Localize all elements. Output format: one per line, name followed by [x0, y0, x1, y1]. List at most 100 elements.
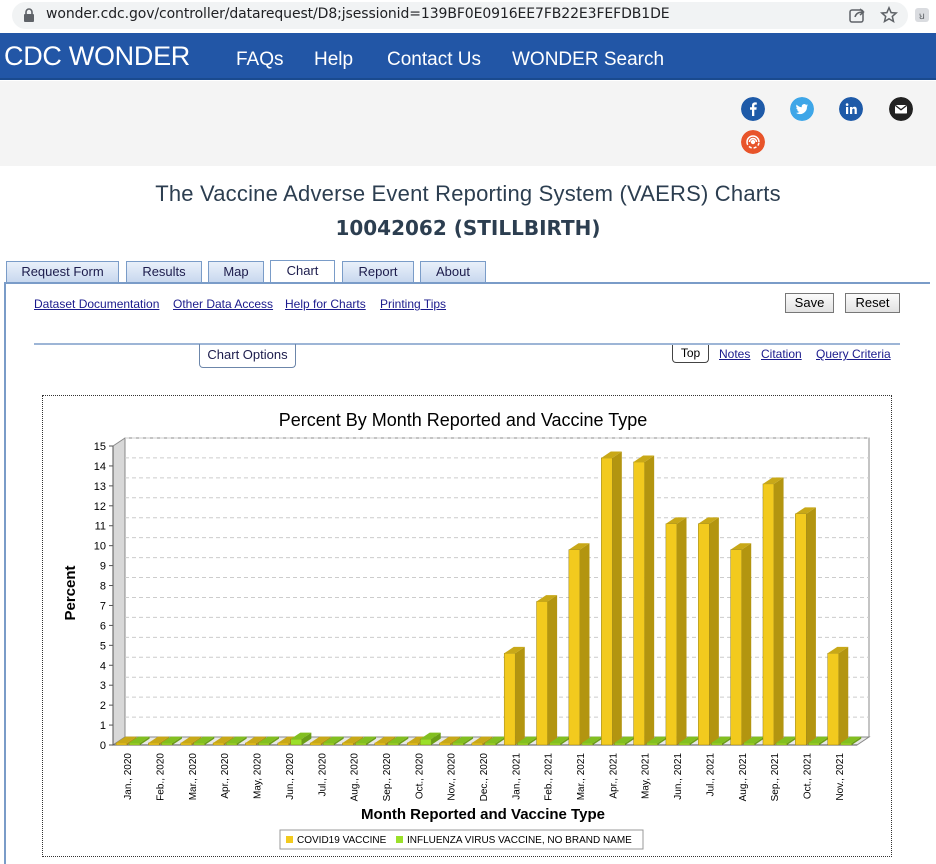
bar-front [258, 742, 270, 746]
bar-front [730, 549, 742, 746]
bar-front [225, 742, 238, 746]
top-link[interactable]: Top [672, 345, 709, 363]
save-button[interactable]: Save [785, 293, 834, 313]
printing-tips-link[interactable]: Printing Tips [380, 297, 446, 311]
y-tick-label: 7 [100, 600, 106, 612]
section-divider [34, 343, 900, 345]
bar-side [676, 517, 687, 745]
bar-side [515, 646, 525, 745]
facebook-icon[interactable] [741, 97, 765, 121]
bar-front [180, 742, 192, 746]
chart-x-axis-label: Month Reported and Vaccine Type [361, 806, 605, 823]
tab-map[interactable]: Map [208, 261, 264, 283]
bar-front [678, 742, 691, 746]
bar-front [827, 653, 839, 746]
bar-front [439, 742, 451, 746]
bar-front [128, 742, 141, 746]
bar-front [277, 742, 289, 746]
tab-about[interactable]: About [420, 261, 486, 283]
linkedin-icon[interactable] [839, 97, 863, 121]
bar-front [212, 742, 225, 746]
legend-swatch [286, 836, 293, 843]
bar-front [322, 742, 335, 746]
x-tick-label: Mar., 2021 [576, 753, 587, 801]
chart-options-tab[interactable]: Chart Options [199, 344, 296, 368]
bar-front [148, 742, 160, 746]
tab-results[interactable]: Results [126, 261, 202, 283]
extension-icon[interactable]: ꞟ [912, 6, 932, 24]
bar-front [614, 742, 626, 746]
bar-front [355, 742, 367, 746]
bar-side [612, 451, 622, 745]
bar-covid [536, 595, 558, 746]
legend-swatch [396, 836, 403, 843]
notes-link[interactable]: Notes [719, 347, 750, 361]
x-tick-label: Sep., 2020 [382, 753, 393, 802]
bar-front [711, 742, 723, 746]
syndication-icon[interactable] [741, 130, 765, 154]
url-text: wonder.cdc.gov/controller/datarequest/D8… [46, 6, 670, 22]
bar-front [743, 742, 755, 746]
nav-faqs[interactable]: FAQs [236, 49, 284, 71]
share-icon[interactable] [848, 6, 866, 24]
bar-chart: Percent By Month Reported and Vaccine Ty… [62, 410, 871, 850]
bar-side [644, 455, 655, 745]
y-tick-label: 10 [94, 541, 106, 553]
y-tick-label: 6 [100, 620, 106, 632]
other-data-access-link[interactable]: Other Data Access [173, 297, 273, 311]
chart-container: Percent By Month Reported and Vaccine Ty… [42, 395, 892, 857]
y-tick-label: 2 [100, 700, 106, 712]
bar-front [808, 742, 820, 746]
bar-covid [698, 517, 719, 746]
bar-front [633, 461, 645, 746]
bar-front [549, 742, 561, 746]
bar-front [536, 601, 548, 746]
x-tick-label: Oct., 2020 [414, 753, 425, 800]
citation-link[interactable]: Citation [761, 347, 802, 361]
bar-covid [568, 543, 590, 746]
email-icon[interactable] [889, 97, 913, 121]
bar-covid [795, 507, 816, 746]
x-tick-label: Jun., 2020 [285, 753, 296, 800]
legend-label: COVID19 VACCINE [297, 835, 387, 846]
bar-side [579, 543, 590, 745]
y-tick-label: 12 [94, 501, 106, 513]
chart-legend: COVID19 VACCINE INFLUENZA VIRUS VACCINE, … [279, 829, 644, 850]
bar-front [698, 523, 710, 746]
bar-front [484, 742, 497, 746]
nav-contact-us[interactable]: Contact Us [387, 49, 481, 71]
bar-front [406, 742, 419, 746]
query-criteria-link[interactable]: Query Criteria [816, 347, 891, 361]
x-tick-label: Jun., 2021 [673, 753, 684, 800]
page-title: The Vaccine Adverse Event Reporting Syst… [155, 181, 781, 206]
bar-front [452, 742, 464, 746]
bar-covid [665, 517, 687, 746]
reset-button[interactable]: Reset [845, 293, 900, 313]
bar-covid [601, 451, 622, 746]
page-subtitle: 10042062 (STILLBIRTH) [335, 216, 601, 240]
bar-front [503, 653, 516, 746]
tab-chart[interactable]: Chart [270, 260, 335, 283]
help-for-charts-link[interactable]: Help for Charts [285, 297, 366, 311]
nav-wonder-search[interactable]: WONDER Search [512, 49, 664, 71]
bar-covid [827, 646, 849, 746]
bar-front [775, 742, 788, 746]
x-tick-label: Sep., 2021 [770, 753, 781, 802]
bar-front [471, 742, 484, 746]
dataset-documentation-link[interactable]: Dataset Documentation [34, 297, 159, 311]
bar-front [309, 742, 322, 746]
tab-request-form[interactable]: Request Form [6, 261, 119, 283]
x-tick-label: Feb., 2021 [544, 753, 555, 801]
cdc-wonder-logo[interactable]: CDC WONDER [4, 41, 190, 72]
bar-side [806, 507, 816, 745]
chart-title: Percent By Month Reported and Vaccine Ty… [279, 410, 648, 430]
bar-front [581, 742, 594, 746]
tab-report[interactable]: Report [342, 261, 414, 283]
x-tick-label: May, 2020 [253, 753, 264, 799]
twitter-icon[interactable] [790, 97, 814, 121]
bar-front [568, 549, 581, 746]
star-icon[interactable] [880, 6, 898, 24]
x-tick-label: Apr., 2021 [608, 753, 619, 799]
y-tick-label: 8 [100, 581, 106, 593]
nav-help[interactable]: Help [314, 49, 353, 71]
